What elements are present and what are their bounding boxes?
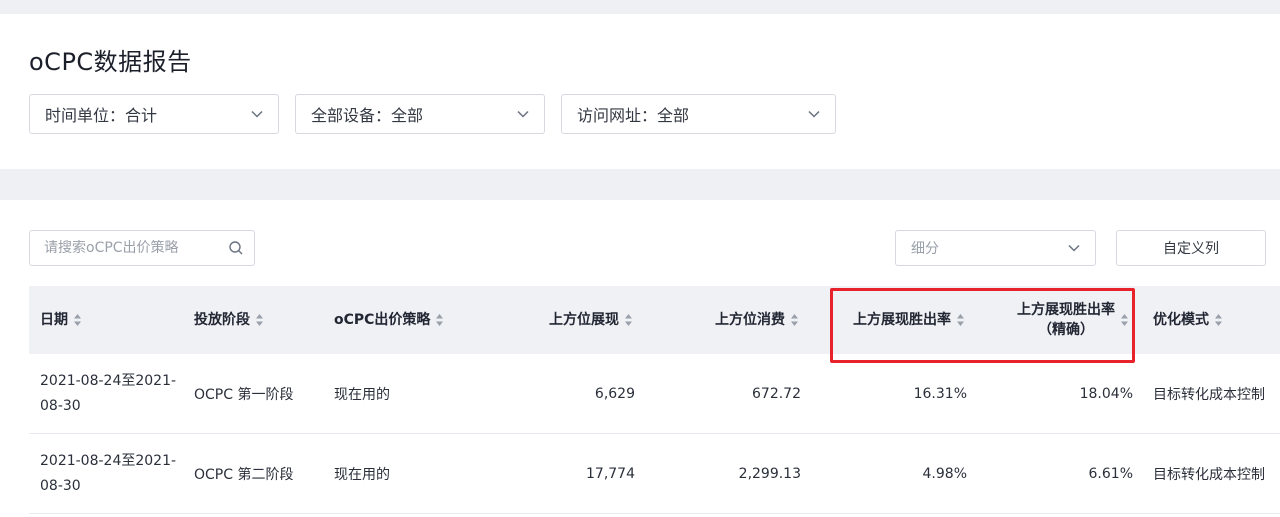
column-header-top-cost[interactable]: 上方位消费: [649, 286, 799, 354]
chevron-down-icon: [1068, 244, 1080, 252]
table-header: 日期 投放阶段 oCPC出价策略 上方位展现 上方位消费 上方展现胜出率 上方展…: [29, 286, 1280, 354]
sort-icon[interactable]: [73, 313, 82, 327]
search-icon[interactable]: [228, 240, 244, 256]
strategy-search-input[interactable]: [44, 240, 224, 256]
page-title: oCPC数据报告: [29, 48, 192, 76]
cell-date-text: 2021-08-24至2021-08-30: [40, 373, 177, 414]
column-header-label: 上方展现胜出率 （精确）: [1017, 300, 1115, 340]
cell-mode: 目标转化成本控制: [1153, 467, 1265, 483]
cell-strategy: 现在用的: [334, 467, 390, 483]
column-header-date[interactable]: 日期: [40, 286, 82, 354]
sort-icon[interactable]: [790, 313, 799, 327]
column-header-label: 优化模式: [1153, 312, 1209, 328]
column-header-strategy[interactable]: oCPC出价策略: [334, 286, 444, 354]
cell-top-cost: 672.72: [752, 386, 801, 402]
segment-select-placeholder: 细分: [911, 241, 939, 257]
cell-date: 2021-08-24至2021-08-30: [40, 434, 180, 514]
column-header-label: 投放阶段: [194, 312, 250, 328]
column-header-label: 上方位展现: [549, 312, 619, 328]
strategy-search[interactable]: [29, 230, 255, 266]
cell-strategy: 现在用的: [334, 387, 390, 403]
sort-icon[interactable]: [1214, 313, 1223, 327]
device-filter-label: 全部设备：全部: [311, 106, 424, 125]
segment-select[interactable]: 细分: [895, 230, 1096, 266]
sort-icon[interactable]: [956, 313, 965, 327]
column-header-label: 上方展现胜出率: [853, 312, 951, 328]
time-unit-filter[interactable]: 时间单位：合计: [29, 94, 279, 134]
column-header-label: 日期: [40, 312, 68, 328]
custom-columns-button[interactable]: 自定义列: [1116, 230, 1266, 266]
column-header-top-win-rate[interactable]: 上方展现胜出率: [819, 286, 965, 354]
sort-icon[interactable]: [1120, 313, 1129, 327]
cell-mode: 目标转化成本控制: [1153, 387, 1265, 403]
column-header-label-line1: 上方展现胜出率: [1017, 302, 1115, 318]
table-row: 2021-08-24至2021-08-30 OCPC 第二阶段 现在用的 17,…: [29, 434, 1280, 514]
table-row: 2021-08-24至2021-08-30 OCPC 第一阶段 现在用的 6,6…: [29, 354, 1280, 434]
column-header-top-win-rate-exact[interactable]: 上方展现胜出率 （精确）: [979, 286, 1129, 354]
report-table-panel: 细分 自定义列 日期 投放阶段 oCPC出价策略 上方位展现 上方位消费 上方展…: [0, 200, 1280, 517]
cell-stage: OCPC 第一阶段: [194, 387, 294, 403]
chevron-down-icon: [251, 110, 263, 118]
sort-icon[interactable]: [624, 313, 633, 327]
cell-top-cost: 2,299.13: [738, 466, 801, 482]
column-header-mode[interactable]: 优化模式: [1153, 286, 1223, 354]
cell-top-win-rate: 16.31%: [913, 386, 967, 402]
column-header-label: 上方位消费: [715, 312, 785, 328]
cell-top-win-rate: 4.98%: [922, 466, 967, 482]
cell-top-impressions: 6,629: [594, 386, 635, 402]
url-filter[interactable]: 访问网址：全部: [561, 94, 836, 134]
url-filter-label: 访问网址：全部: [577, 106, 690, 125]
column-header-stage[interactable]: 投放阶段: [194, 286, 264, 354]
sort-icon[interactable]: [435, 313, 444, 327]
sort-icon[interactable]: [255, 313, 264, 327]
column-header-label: oCPC出价策略: [334, 312, 431, 328]
column-header-top-impressions[interactable]: 上方位展现: [499, 286, 633, 354]
report-header-panel: oCPC数据报告 时间单位：合计 全部设备：全部 访问网址：全部: [0, 14, 1280, 169]
time-unit-filter-label: 时间单位：合计: [45, 106, 158, 125]
cell-date-text: 2021-08-24至2021-08-30: [40, 453, 177, 494]
cell-date: 2021-08-24至2021-08-30: [40, 354, 180, 434]
cell-top-impressions: 17,774: [586, 466, 635, 482]
column-header-label-line2: （精确）: [1038, 322, 1094, 338]
chevron-down-icon: [517, 110, 529, 118]
cell-top-win-rate-exact: 18.04%: [1079, 386, 1133, 402]
chevron-down-icon: [808, 110, 820, 118]
cell-top-win-rate-exact: 6.61%: [1088, 466, 1133, 482]
cell-stage: OCPC 第二阶段: [194, 467, 294, 483]
device-filter[interactable]: 全部设备：全部: [295, 94, 545, 134]
